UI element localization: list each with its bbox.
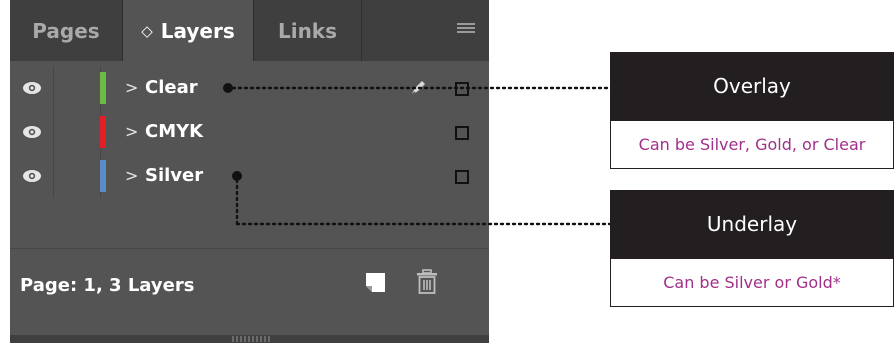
layer-name[interactable]: Silver <box>145 154 203 198</box>
layer-row-clear[interactable]: > Clear <box>10 66 489 110</box>
tab-links-label: Links <box>277 18 338 43</box>
panel-tab-bar: Pages ◇ Layers Links <box>10 0 489 61</box>
tab-collapse-arrows-icon[interactable]: ◇ <box>141 22 153 40</box>
chevron-right-icon[interactable]: > <box>125 154 138 198</box>
layer-name[interactable]: CMYK <box>145 110 203 154</box>
layer-count-status: Page: 1, 3 Layers <box>20 275 195 296</box>
eye-icon[interactable] <box>10 66 53 110</box>
pen-icon <box>410 81 425 97</box>
selection-square-icon[interactable] <box>455 126 469 140</box>
lock-toggle[interactable] <box>53 110 100 154</box>
lock-toggle[interactable] <box>53 66 100 110</box>
eye-icon[interactable] <box>10 110 53 154</box>
layer-list: > Clear > CMYK > Silver <box>10 66 489 198</box>
layer-color-swatch <box>100 72 106 104</box>
underlay-callout-title: Underlay <box>610 190 894 258</box>
hamburger-menu-icon[interactable] <box>457 23 475 37</box>
layer-color-swatch <box>100 116 106 148</box>
layers-panel: Pages ◇ Layers Links > Clear > CMYK > Si… <box>10 0 489 335</box>
layer-row-silver[interactable]: > Silver <box>10 154 489 198</box>
overlay-callout-title: Overlay <box>610 52 894 120</box>
layer-color-swatch <box>100 160 106 192</box>
tab-layers-label: Layers <box>160 18 235 43</box>
tab-pages[interactable]: Pages <box>10 0 123 61</box>
new-layer-icon[interactable] <box>366 273 385 292</box>
chevron-right-icon[interactable]: > <box>125 66 138 110</box>
eye-icon[interactable] <box>10 154 53 198</box>
resize-grip[interactable] <box>232 336 270 342</box>
layer-name[interactable]: Clear <box>145 66 198 110</box>
underlay-callout-description: Can be Silver or Gold* <box>610 258 894 307</box>
tab-pages-label: Pages <box>32 18 100 43</box>
lock-toggle[interactable] <box>53 154 100 198</box>
overlay-callout-description: Can be Silver, Gold, or Clear <box>610 120 894 169</box>
trash-icon[interactable] <box>416 269 438 295</box>
chevron-right-icon[interactable]: > <box>125 110 138 154</box>
selection-square-icon[interactable] <box>455 82 469 96</box>
selection-square-icon[interactable] <box>455 170 469 184</box>
tab-links[interactable]: Links <box>253 0 362 61</box>
panel-footer: Page: 1, 3 Layers <box>10 248 489 336</box>
layer-row-cmyk[interactable]: > CMYK <box>10 110 489 154</box>
tab-layers[interactable]: ◇ Layers <box>123 0 253 61</box>
